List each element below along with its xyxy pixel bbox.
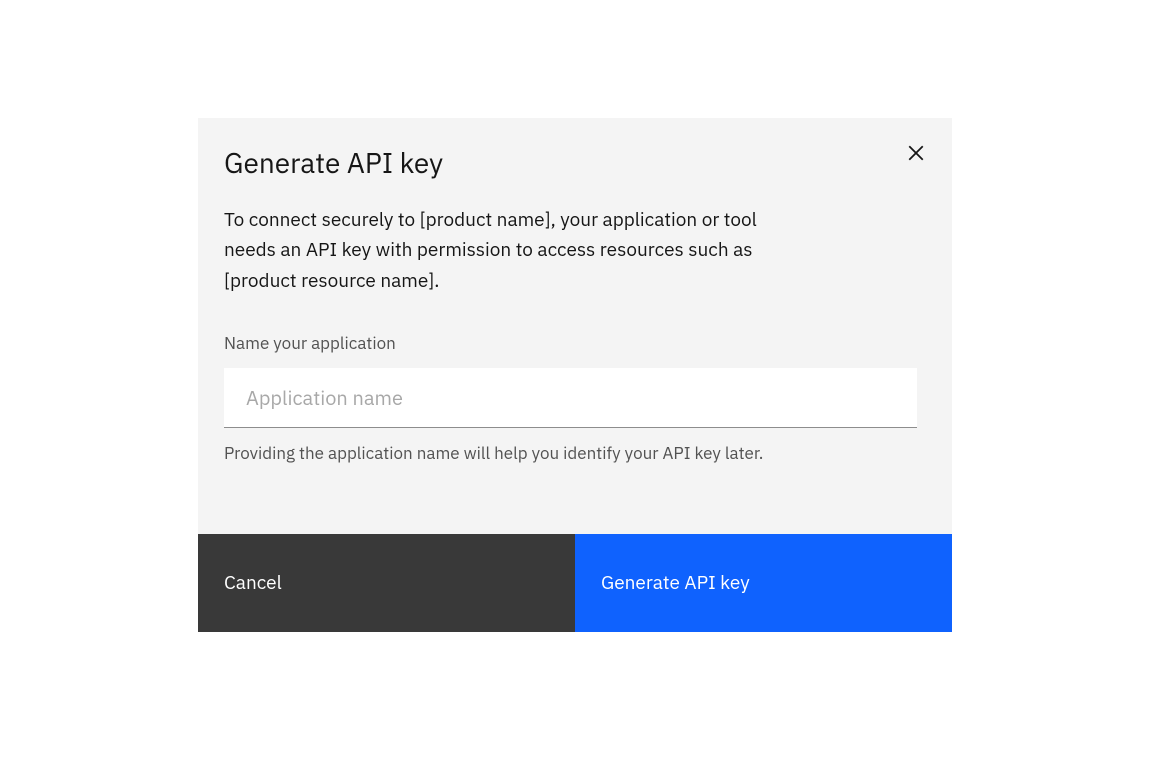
modal-description: To connect securely to [product name], y… — [224, 205, 784, 296]
modal-button-row: Cancel Generate API key — [198, 534, 952, 632]
helper-text: Providing the application name will help… — [224, 442, 926, 464]
modal-body: Generate API key To connect securely to … — [198, 118, 952, 534]
application-name-input[interactable] — [224, 368, 917, 428]
generate-api-key-modal: Generate API key To connect securely to … — [198, 118, 952, 632]
close-icon — [907, 144, 925, 165]
close-button[interactable] — [900, 138, 932, 170]
field-label: Name your application — [224, 332, 926, 354]
modal-title: Generate API key — [224, 144, 926, 181]
cancel-button[interactable]: Cancel — [198, 534, 575, 632]
generate-button[interactable]: Generate API key — [575, 534, 952, 632]
